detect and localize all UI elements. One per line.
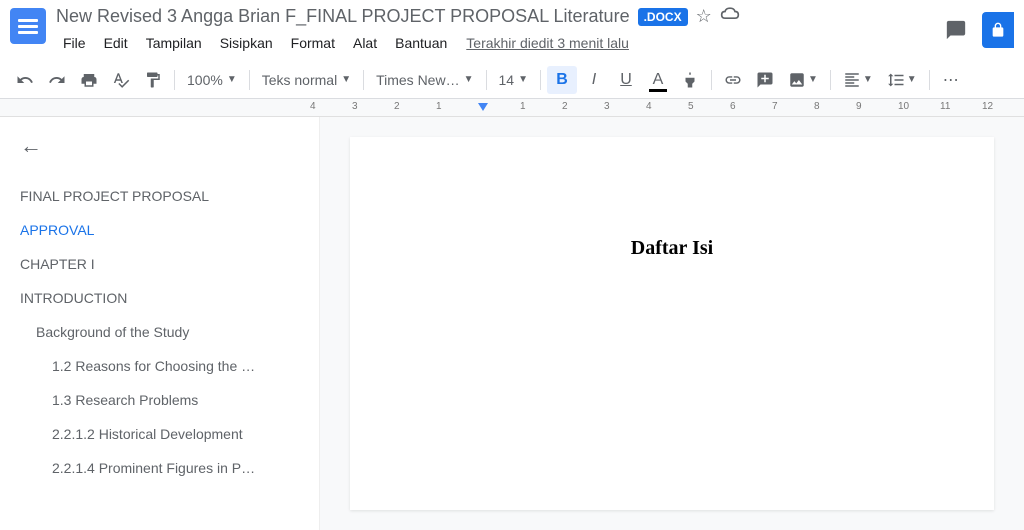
outline-item[interactable]: 2.2.1.4 Prominent Figures in P… xyxy=(20,451,309,485)
outline-item[interactable]: 2.2.1.2 Historical Development xyxy=(20,417,309,451)
menu-file[interactable]: File xyxy=(56,31,93,55)
page[interactable]: Daftar Isi xyxy=(350,137,994,510)
menu-format[interactable]: Format xyxy=(284,31,342,55)
document-area[interactable]: Daftar Isi xyxy=(320,117,1024,530)
star-icon[interactable]: ☆ xyxy=(696,6,712,27)
outline-item[interactable]: FINAL PROJECT PROPOSAL xyxy=(20,179,309,213)
ruler-mark: 2 xyxy=(394,101,400,112)
separator xyxy=(363,70,364,90)
outline-item[interactable]: 1.3 Research Problems xyxy=(20,383,309,417)
add-comment-button[interactable] xyxy=(750,66,780,94)
outline-item[interactable]: Background of the Study xyxy=(20,315,309,349)
header-right xyxy=(942,6,1014,48)
italic-button[interactable]: I xyxy=(579,66,609,94)
ruler-mark: 1 xyxy=(436,101,442,112)
header-main: New Revised 3 Angga Brian F_FINAL PROJEC… xyxy=(56,6,942,55)
menu-insert[interactable]: Sisipkan xyxy=(213,31,280,55)
docx-badge: .DOCX xyxy=(638,8,688,26)
app-header: New Revised 3 Angga Brian F_FINAL PROJEC… xyxy=(0,0,1024,55)
ruler-mark: 4 xyxy=(310,101,316,112)
outline-panel: ← FINAL PROJECT PROPOSALAPPROVALCHAPTER … xyxy=(0,117,320,530)
align-button[interactable]: ▼ xyxy=(837,66,879,94)
last-edit-link[interactable]: Terakhir diedit 3 menit lalu xyxy=(466,35,629,51)
menu-edit[interactable]: Edit xyxy=(97,31,135,55)
more-button[interactable]: ⋯ xyxy=(936,66,966,94)
menu-view[interactable]: Tampilan xyxy=(139,31,209,55)
separator xyxy=(540,70,541,90)
title-row: New Revised 3 Angga Brian F_FINAL PROJEC… xyxy=(56,6,942,27)
page-heading: Daftar Isi xyxy=(390,237,954,260)
zoom-dropdown[interactable]: 100%▼ xyxy=(181,66,243,94)
ruler-mark: 7 xyxy=(772,101,778,112)
outline-item[interactable]: CHAPTER I xyxy=(20,247,309,281)
ruler-mark: 5 xyxy=(688,101,694,112)
underline-button[interactable]: U xyxy=(611,66,641,94)
ruler-mark: 6 xyxy=(730,101,736,112)
menu-tools[interactable]: Alat xyxy=(346,31,384,55)
document-title[interactable]: New Revised 3 Angga Brian F_FINAL PROJEC… xyxy=(56,6,630,27)
spellcheck-button[interactable] xyxy=(106,66,136,94)
ruler-mark: 10 xyxy=(898,101,909,112)
insert-image-button[interactable]: ▼ xyxy=(782,66,824,94)
ruler-mark: 2 xyxy=(562,101,568,112)
highlight-button[interactable] xyxy=(675,66,705,94)
paint-format-button[interactable] xyxy=(138,66,168,94)
separator xyxy=(830,70,831,90)
comments-button[interactable] xyxy=(942,16,970,44)
ruler-mark: 11 xyxy=(940,101,950,112)
separator xyxy=(486,70,487,90)
outline-item[interactable]: 1.2 Reasons for Choosing the … xyxy=(20,349,309,383)
cloud-status-icon[interactable] xyxy=(720,6,740,27)
ruler-mark: 8 xyxy=(814,101,820,112)
ruler-mark: 1 xyxy=(520,101,526,112)
undo-button[interactable] xyxy=(10,66,40,94)
style-dropdown[interactable]: Teks normal▼ xyxy=(256,66,357,94)
text-color-button[interactable]: A xyxy=(643,66,673,94)
insert-link-button[interactable] xyxy=(718,66,748,94)
line-spacing-button[interactable]: ▼ xyxy=(881,66,923,94)
toolbar: 100%▼ Teks normal▼ Times New…▼ 14▼ B I U… xyxy=(0,61,1024,99)
separator xyxy=(929,70,930,90)
menu-bar: File Edit Tampilan Sisipkan Format Alat … xyxy=(56,31,942,55)
outline-back-button[interactable]: ← xyxy=(20,133,42,159)
redo-button[interactable] xyxy=(42,66,72,94)
bold-button[interactable]: B xyxy=(547,66,577,94)
font-size-dropdown[interactable]: 14▼ xyxy=(493,66,534,94)
separator xyxy=(174,70,175,90)
print-button[interactable] xyxy=(74,66,104,94)
font-dropdown[interactable]: Times New…▼ xyxy=(370,66,479,94)
menu-help[interactable]: Bantuan xyxy=(388,31,454,55)
body-area: ← FINAL PROJECT PROPOSALAPPROVALCHAPTER … xyxy=(0,117,1024,530)
separator xyxy=(249,70,250,90)
ruler[interactable]: 4321123456789101112 xyxy=(0,99,1024,117)
ruler-mark: 4 xyxy=(646,101,652,112)
separator xyxy=(711,70,712,90)
ruler-mark: 12 xyxy=(982,101,993,112)
ruler-mark: 3 xyxy=(604,101,610,112)
outline-item[interactable]: INTRODUCTION xyxy=(20,281,309,315)
ruler-mark: 9 xyxy=(856,101,862,112)
docs-logo-icon[interactable] xyxy=(10,8,46,44)
share-button[interactable] xyxy=(982,12,1014,48)
outline-item[interactable]: APPROVAL xyxy=(20,213,309,247)
ruler-mark: 3 xyxy=(352,101,358,112)
indent-marker-icon[interactable] xyxy=(478,103,488,111)
